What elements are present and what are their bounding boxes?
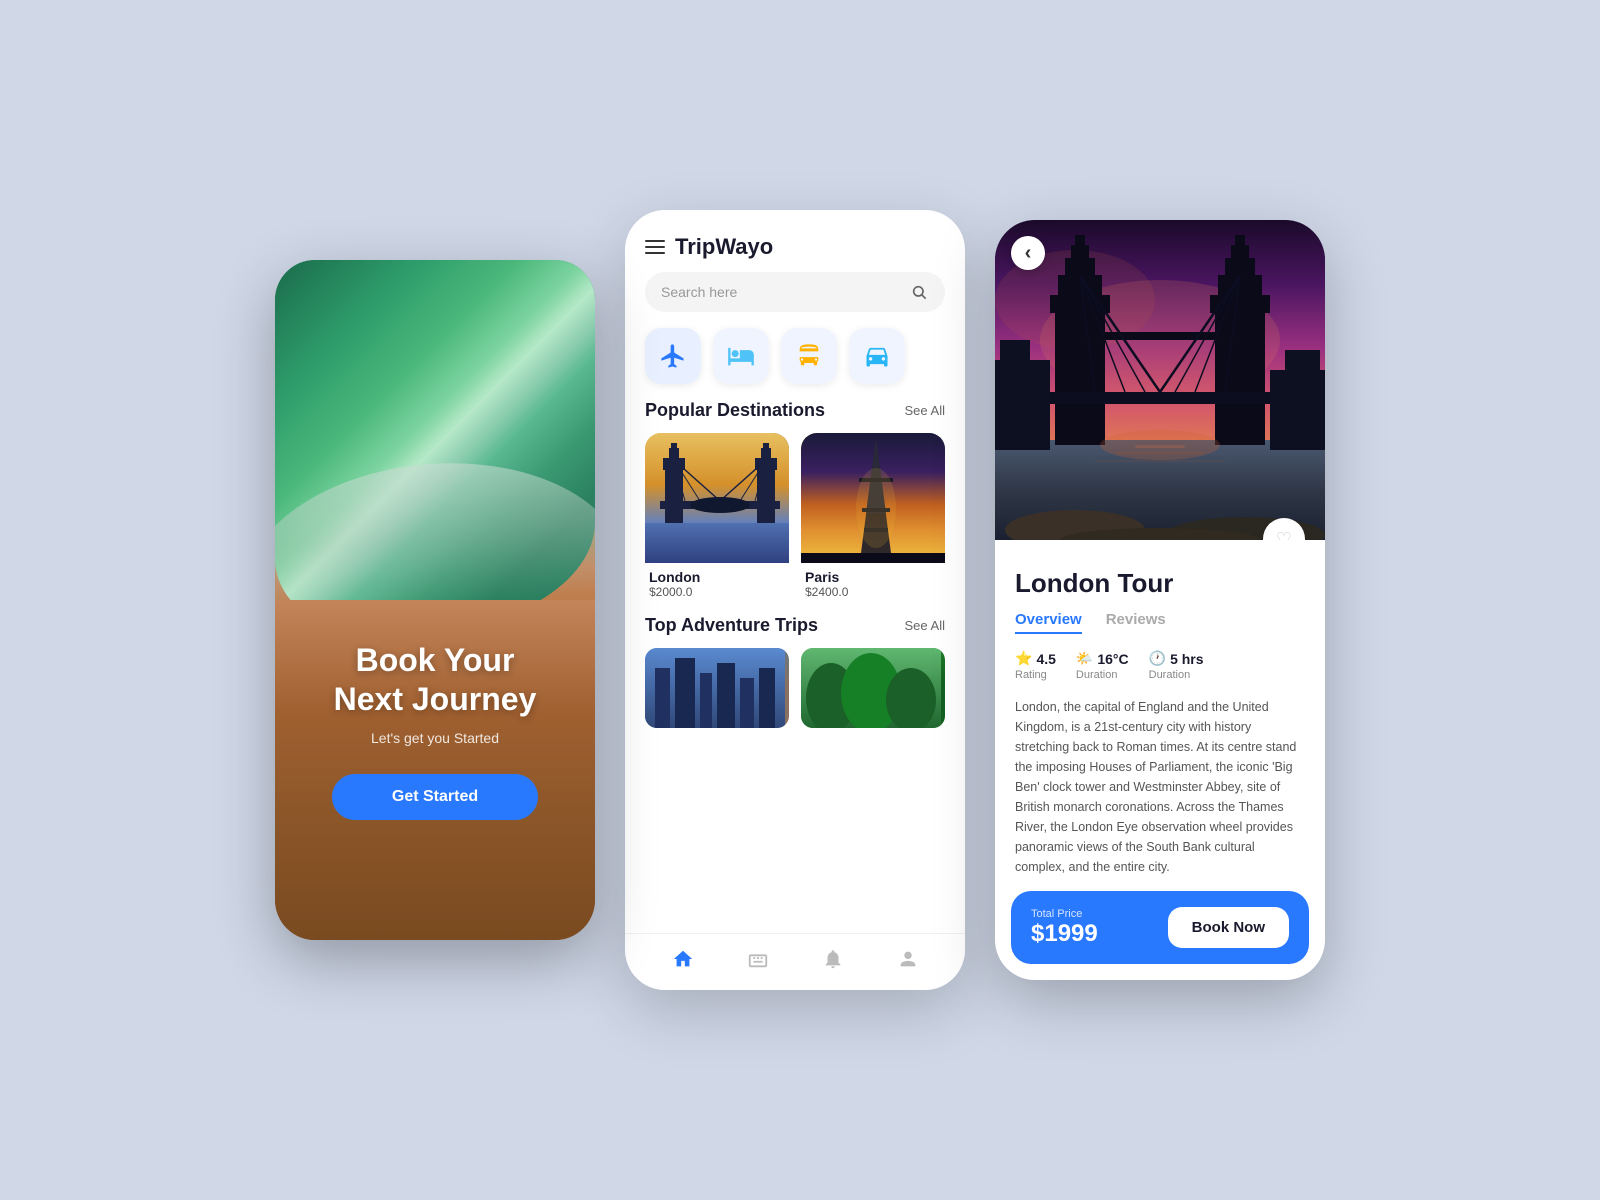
london-card[interactable]: London $2000.0	[645, 433, 789, 599]
nav-profile[interactable]	[897, 948, 919, 970]
adventure-section-header: Top Adventure Trips See All	[625, 615, 965, 648]
adventure-city-card[interactable]	[645, 648, 789, 728]
paris-price: $2400.0	[805, 585, 941, 599]
popular-title: Popular Destinations	[645, 400, 825, 421]
category-icons	[625, 328, 965, 400]
temp-number: 16°C	[1097, 651, 1128, 667]
adventure-title: Top Adventure Trips	[645, 615, 818, 636]
hotel-category[interactable]	[713, 328, 769, 384]
popular-section-header: Popular Destinations See All	[625, 400, 965, 433]
nav-home[interactable]	[672, 948, 694, 970]
london-price: $2000.0	[649, 585, 785, 599]
london-image	[645, 433, 789, 563]
paris-image	[801, 433, 945, 563]
search-placeholder-text: Search here	[661, 284, 901, 300]
paris-card[interactable]: Paris $2400.0	[801, 433, 945, 599]
price-label: Total Price	[1031, 908, 1098, 920]
tab-reviews[interactable]: Reviews	[1106, 611, 1166, 634]
search-icon	[909, 282, 929, 302]
temp-label: Duration	[1076, 669, 1129, 681]
booking-footer: Total Price $1999 Book Now	[1011, 891, 1309, 964]
tour-stats: ⭐ 4.5 Rating 🌤️ 16°C Duration 🕐 5 hrs	[1015, 650, 1305, 681]
get-started-button[interactable]: Get Started	[332, 774, 538, 820]
london-label: London $2000.0	[645, 563, 789, 599]
tour-tabs: Overview Reviews	[1015, 611, 1305, 634]
screen1-content: Book Your Next Journey Let's get you Sta…	[275, 641, 595, 820]
screen3-detail: ‹ ♡ London Tour Overview Reviews ⭐ 4.5	[995, 220, 1325, 980]
london-name: London	[649, 569, 785, 585]
screen2-main: TripWayo Search here	[625, 210, 965, 990]
price-value: $1999	[1031, 920, 1098, 948]
hamburger-line2	[645, 246, 665, 248]
back-icon: ‹	[1025, 242, 1032, 265]
nav-bookings[interactable]	[747, 948, 769, 970]
weather-icon: 🌤️	[1076, 650, 1093, 667]
stat-temp: 🌤️ 16°C Duration	[1076, 650, 1129, 681]
paris-name: Paris	[805, 569, 941, 585]
screen1-subtitle: Let's get you Started	[305, 730, 565, 746]
stat-temp-value: 🌤️ 16°C	[1076, 650, 1129, 667]
popular-see-all[interactable]: See All	[905, 403, 945, 418]
clock-icon: 🕐	[1149, 650, 1166, 667]
title-line1: Book Your	[356, 642, 515, 678]
tour-description: London, the capital of England and the U…	[1015, 697, 1305, 877]
search-bar[interactable]: Search here	[645, 272, 945, 312]
adventure-see-all[interactable]: See All	[905, 618, 945, 633]
duration-number: 5 hrs	[1170, 651, 1203, 667]
back-button[interactable]: ‹	[1011, 236, 1045, 270]
title-line2: Next Journey	[334, 681, 537, 717]
app-header: TripWayo	[625, 210, 965, 272]
flight-category[interactable]	[645, 328, 701, 384]
screen1-background	[275, 260, 595, 940]
price-section: Total Price $1999	[1031, 908, 1098, 948]
hamburger-line3	[645, 252, 665, 254]
stat-rating-value: ⭐ 4.5	[1015, 650, 1056, 667]
adventure-cards	[625, 648, 965, 728]
adventure-nature-card[interactable]	[801, 648, 945, 728]
tour-title: London Tour	[1015, 568, 1305, 599]
tab-overview[interactable]: Overview	[1015, 611, 1082, 634]
stat-duration: 🕐 5 hrs Duration	[1149, 650, 1204, 681]
screen1-title: Book Your Next Journey	[305, 641, 565, 718]
hamburger-line1	[645, 240, 665, 242]
screens-container: Book Your Next Journey Let's get you Sta…	[235, 150, 1365, 1050]
star-icon: ⭐	[1015, 650, 1032, 667]
screen1-onboarding: Book Your Next Journey Let's get you Sta…	[275, 260, 595, 940]
rating-label: Rating	[1015, 669, 1056, 681]
tour-content: London Tour Overview Reviews ⭐ 4.5 Ratin…	[995, 540, 1325, 879]
hero-image	[995, 220, 1325, 540]
app-logo: TripWayo	[675, 234, 773, 260]
heart-icon: ♡	[1276, 529, 1292, 541]
book-now-button[interactable]: Book Now	[1168, 907, 1289, 948]
bottom-navigation	[625, 933, 965, 990]
screen2-inner: TripWayo Search here	[625, 210, 965, 990]
nav-notifications[interactable]	[822, 948, 844, 970]
stat-duration-value: 🕐 5 hrs	[1149, 650, 1204, 667]
rating-number: 4.5	[1036, 651, 1055, 667]
bus-category[interactable]	[781, 328, 837, 384]
hamburger-menu[interactable]	[645, 240, 665, 254]
stat-rating: ⭐ 4.5 Rating	[1015, 650, 1056, 681]
duration-label: Duration	[1149, 669, 1204, 681]
hero-section: ‹ ♡	[995, 220, 1325, 540]
car-category[interactable]	[849, 328, 905, 384]
destinations-grid: London $2000.0	[625, 433, 965, 615]
paris-label: Paris $2400.0	[801, 563, 945, 599]
